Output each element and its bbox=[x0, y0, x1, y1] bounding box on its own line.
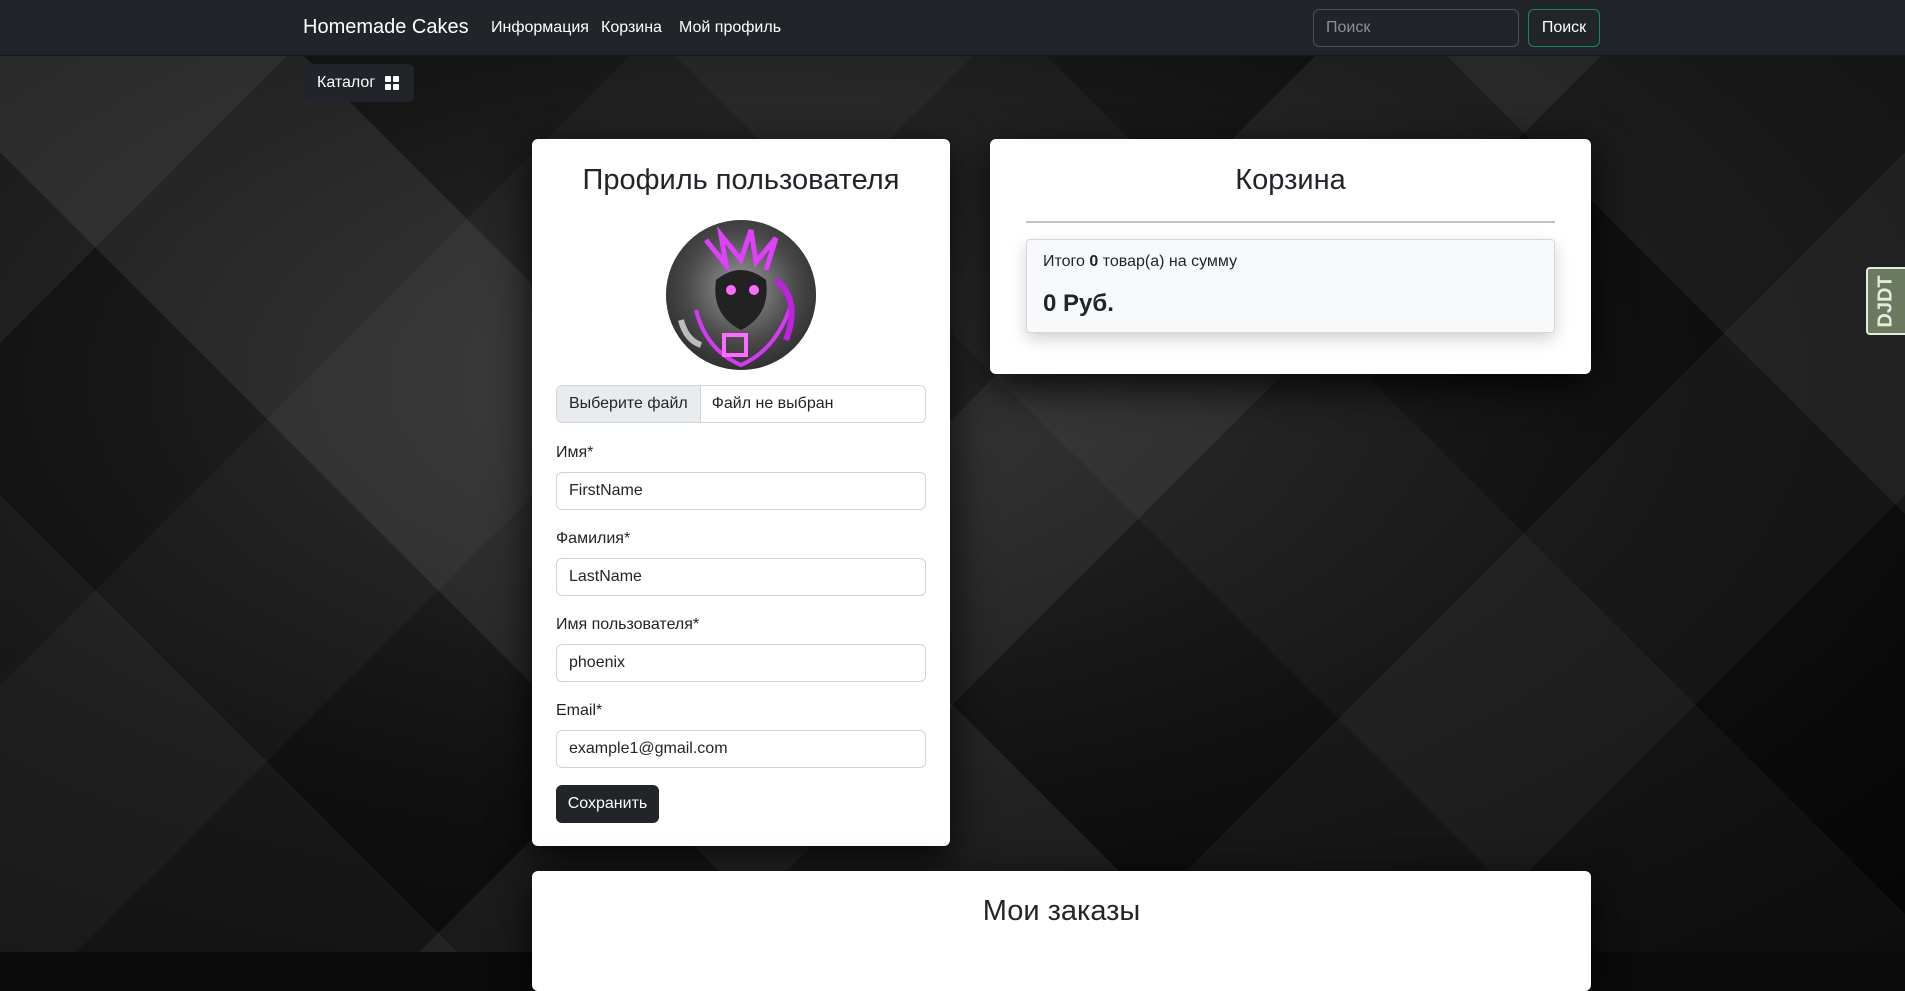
catalog-label: Каталог bbox=[317, 74, 376, 91]
first-name-label: Имя* bbox=[556, 444, 594, 461]
item-count: 0 bbox=[1089, 253, 1099, 270]
username-field[interactable] bbox=[556, 644, 926, 682]
email-field[interactable] bbox=[556, 730, 926, 768]
navbar: Homemade Cakes Информация Корзина Мой пр… bbox=[0, 0, 1905, 56]
orders-card: Мои заказы bbox=[532, 871, 1591, 991]
last-name-field[interactable] bbox=[556, 558, 926, 596]
search-input[interactable] bbox=[1313, 9, 1519, 47]
cart-divider bbox=[1026, 221, 1555, 223]
nav-link-cart[interactable]: Корзина bbox=[601, 19, 662, 37]
username-label: Имя пользователя* bbox=[556, 616, 700, 633]
debug-toolbar-handle[interactable]: DJDT bbox=[1866, 267, 1905, 335]
choose-file-button[interactable]: Выберите файл bbox=[557, 386, 701, 422]
nav-link-info[interactable]: Информация bbox=[491, 19, 589, 37]
email-label: Email* bbox=[556, 702, 603, 719]
avatar bbox=[666, 220, 816, 370]
file-input[interactable]: Выберите файл Файл не выбран bbox=[556, 385, 926, 423]
first-name-field[interactable] bbox=[556, 472, 926, 510]
summary-suffix: товар(а) на сумму bbox=[1102, 253, 1238, 270]
summary-prefix: Итого bbox=[1043, 253, 1085, 270]
brand-link[interactable]: Homemade Cakes bbox=[303, 16, 469, 39]
search-button[interactable]: Поиск bbox=[1528, 9, 1600, 47]
save-button[interactable]: Сохранить bbox=[556, 785, 659, 823]
file-status: Файл не выбран bbox=[711, 395, 834, 412]
profile-card: Профиль пользователя Выберите файл Файл … bbox=[532, 139, 950, 846]
profile-title: Профиль пользователя bbox=[582, 164, 900, 196]
grid-icon bbox=[385, 76, 400, 90]
nav-link-profile[interactable]: Мой профиль bbox=[679, 19, 781, 37]
cart-title: Корзина bbox=[1235, 164, 1346, 196]
last-name-label: Фамилия* bbox=[556, 530, 631, 547]
catalog-button[interactable]: Каталог bbox=[304, 64, 414, 102]
orders-title: Мои заказы bbox=[982, 895, 1141, 927]
cart-card: Корзина Итого 0 товар(а) на сумму 0 Руб. bbox=[990, 139, 1591, 374]
cart-summary: Итого 0 товар(а) на сумму 0 Руб. bbox=[1026, 239, 1555, 333]
cart-summary-line: Итого 0 товар(а) на сумму bbox=[1043, 253, 1237, 271]
page-background bbox=[0, 0, 1905, 952]
debug-toolbar-label: DJDT bbox=[1875, 274, 1898, 328]
cart-total: 0 Руб. bbox=[1043, 290, 1114, 317]
